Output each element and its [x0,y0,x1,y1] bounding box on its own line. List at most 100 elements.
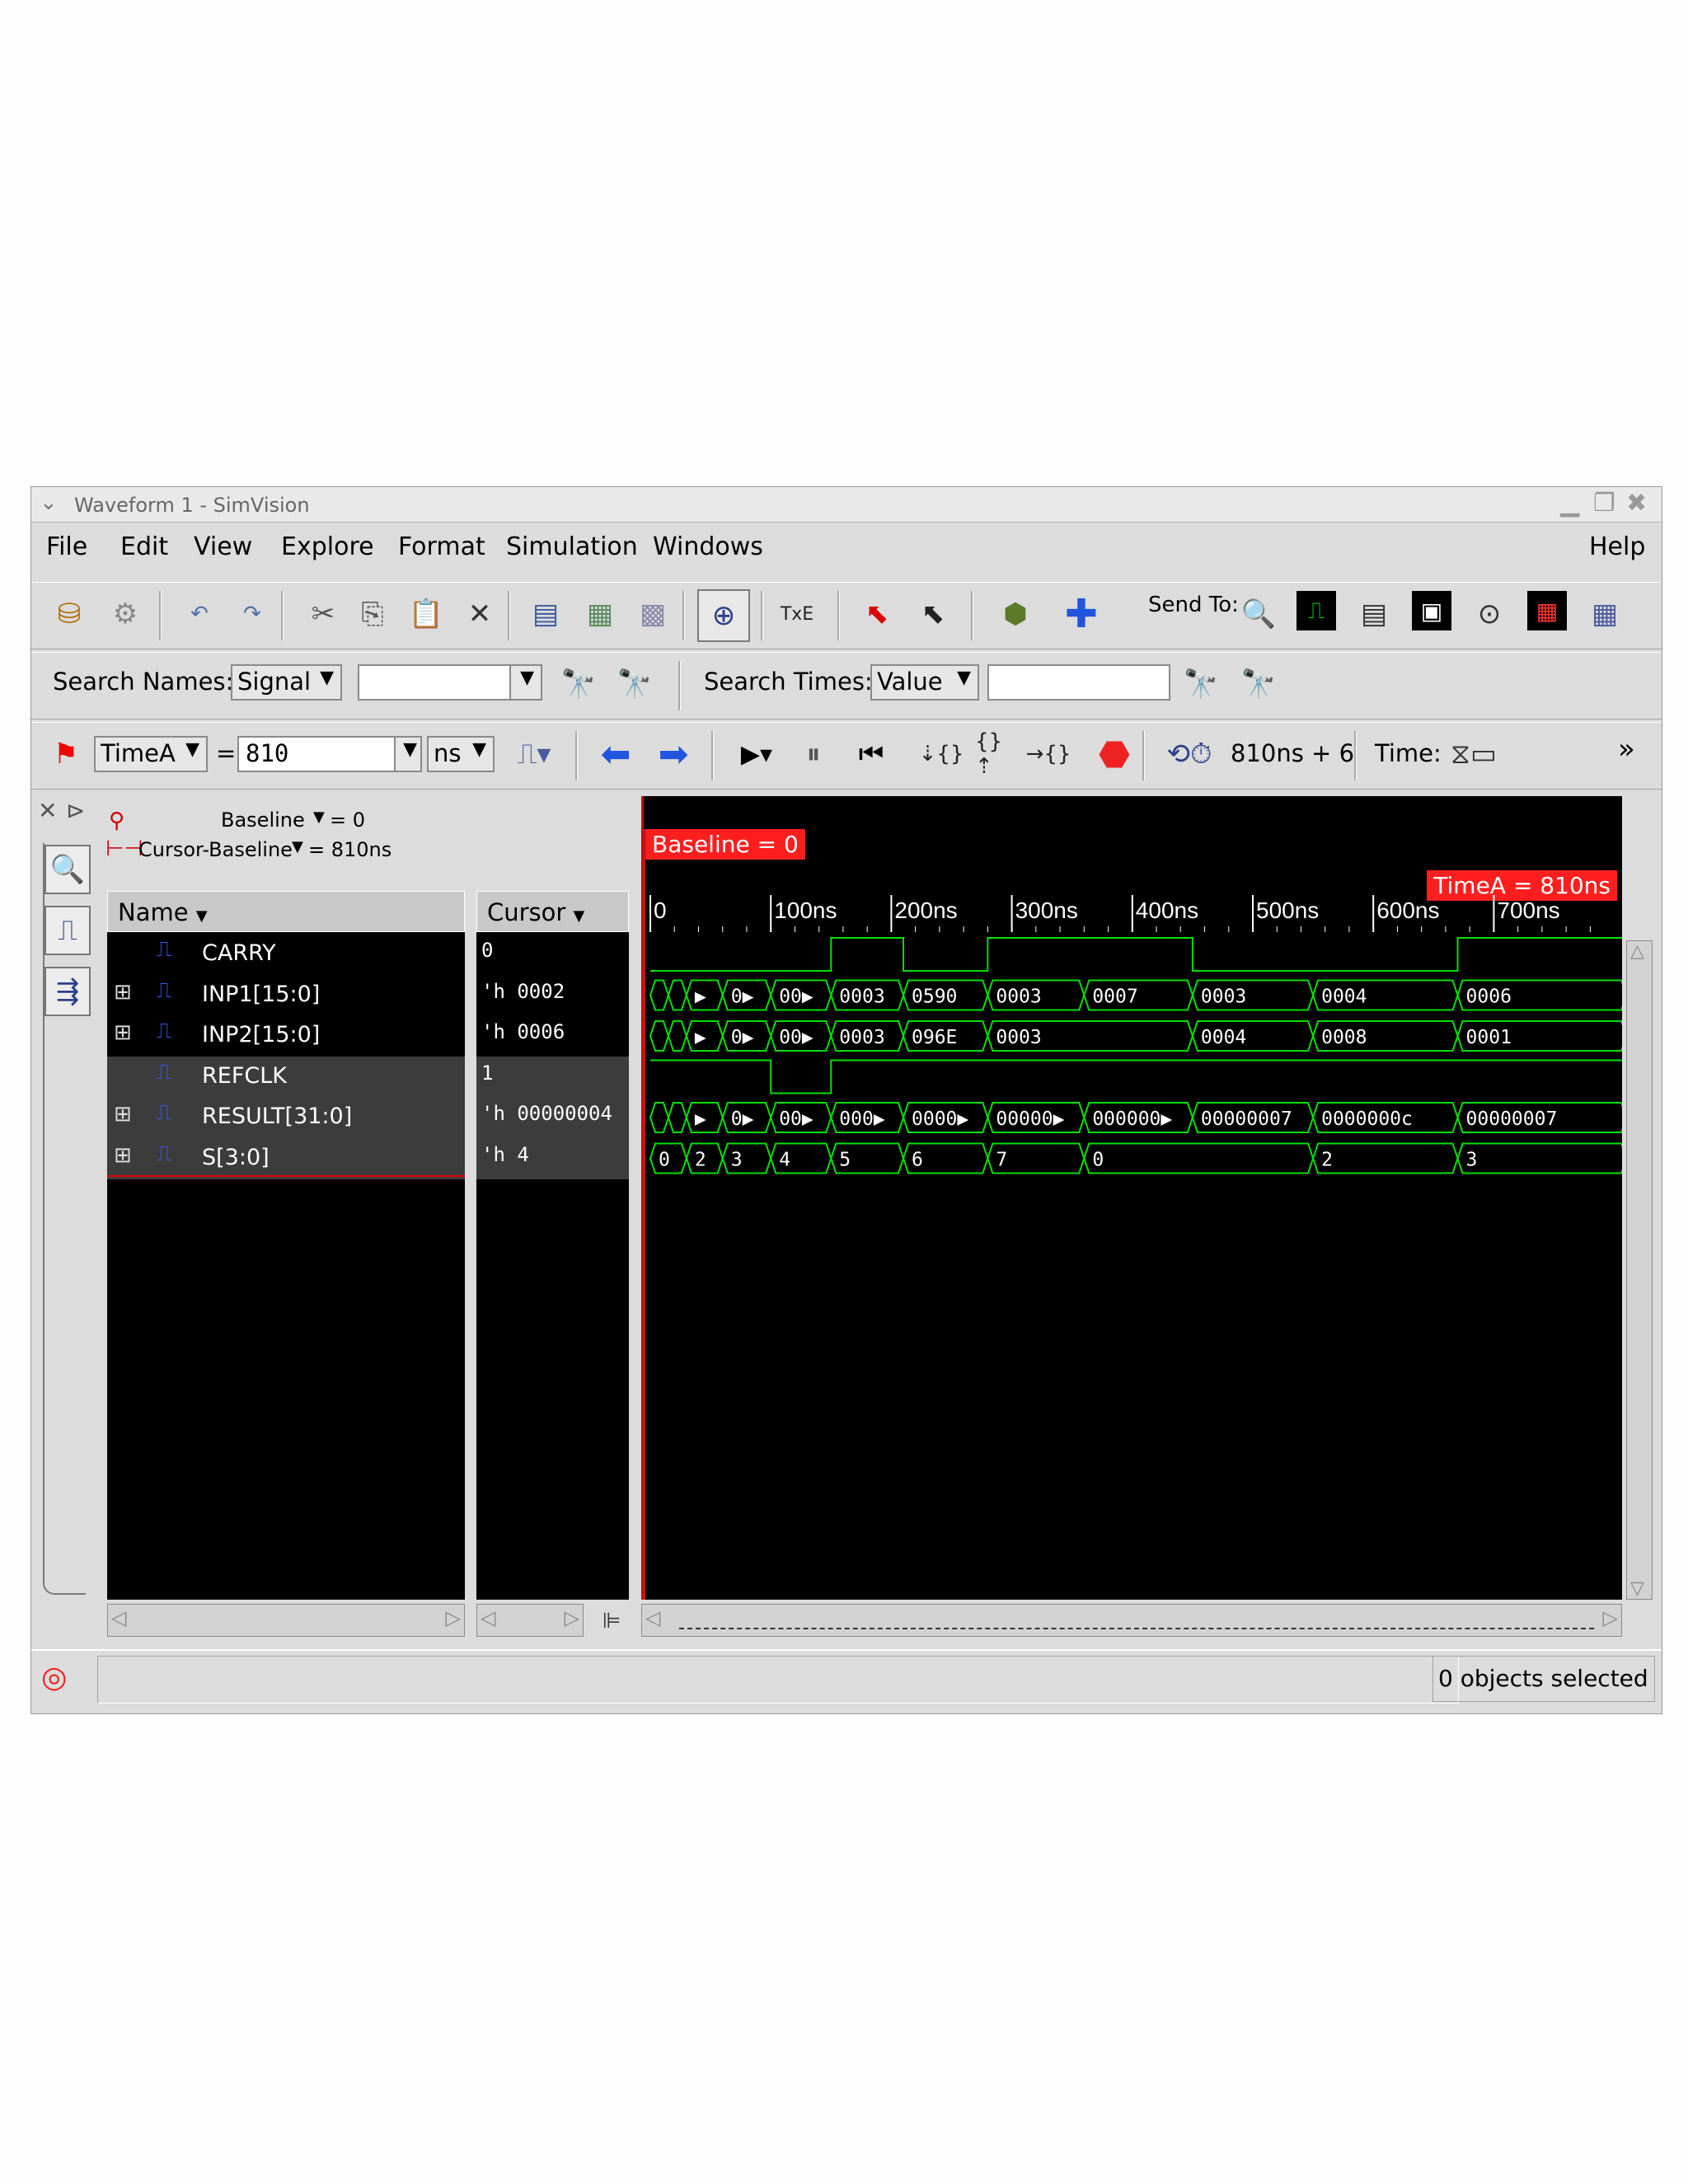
maximize-icon[interactable]: ❐ [1593,489,1615,518]
run-icon[interactable]: ▶▾ [728,734,785,774]
scroll-left-icon[interactable]: ◁ [645,1606,660,1629]
search-times-type[interactable]: Value ▼ [870,664,979,701]
waveform-canvas[interactable]: Baseline = 0 TimeA = 810ns 0 100ns 200ns 30… [641,796,1622,1600]
time-horizontal-scrollbar[interactable]: ◁ ▷ [641,1604,1622,1637]
time-format-icon[interactable]: ⧖▭ [1449,734,1498,774]
add-plus-icon[interactable]: ✚ [1062,591,1101,637]
select-cursor-icon[interactable]: ⬉ [857,594,897,634]
send-to-memory-icon[interactable]: ▦ [1527,591,1567,630]
menu-format[interactable]: Format [398,532,485,561]
close-icon[interactable]: ✖ [1626,489,1647,518]
step-over-icon[interactable]: {}⇡ [975,729,1015,779]
time-expand-icon[interactable]: TxE [777,594,817,634]
menu-simulation[interactable]: Simulation [506,532,638,561]
zoom-fit-icon[interactable]: ⊕ [697,589,750,642]
send-to-calculator-icon[interactable]: ▦ [1585,594,1625,634]
baseline-dropdown-icon[interactable]: ▼ [313,808,325,826]
send-to-target-icon[interactable]: ▤ [526,594,565,634]
signal-row[interactable]: ⊞ ⎍ RESULT[31:0] [107,1097,465,1138]
baseline-marker-icon[interactable]: ⚲ [109,808,124,833]
scroll-right-icon[interactable]: ▷ [565,1606,579,1629]
cursor-time-input[interactable]: 810 [237,736,420,772]
cursor-time-history[interactable]: ▼ [394,736,422,772]
next-edge-icon[interactable]: ➡ [654,733,693,776]
panel-menu-icon[interactable]: ⊳ [66,797,85,824]
send-to-schematic-icon[interactable]: ▣ [1412,591,1451,630]
menu-view[interactable]: View [194,532,252,561]
value-format-icon[interactable]: ⊫ [592,1601,631,1641]
menu-explore[interactable]: Explore [281,532,374,561]
expand-toggle-icon[interactable]: ⊞ [114,1143,132,1168]
redo-icon[interactable]: ↷ [232,594,272,634]
scroll-right-icon[interactable]: ▷ [1603,1606,1618,1629]
signal-row[interactable]: ⎍ CARRY [107,934,465,975]
menu-edit[interactable]: Edit [120,532,168,561]
expand-toggle-icon[interactable]: ⊞ [114,1102,132,1127]
send-to-register-icon[interactable]: ⊙ [1470,594,1509,634]
send-to-browser-icon[interactable]: 🔍 [1239,594,1278,634]
step-out-icon[interactable]: →{} [1026,734,1071,774]
paste-icon[interactable]: 📋 [406,594,446,634]
signal-tool-icon[interactable]: ⇶ [45,967,91,1016]
rewind-icon[interactable]: ⏮ [851,734,891,774]
search-times-prev-icon[interactable]: 🔭 [1181,664,1221,704]
design-browser-icon[interactable]: 🔍 [45,845,91,894]
signal-value-row[interactable]: 'h 00000004 [476,1097,629,1138]
search-names-up-icon[interactable]: 🔭 [615,664,654,704]
signal-value-row[interactable]: 'h 0006 [476,1015,629,1057]
send-to-waveform-icon[interactable]: ⎍ [1296,591,1336,630]
search-names-type[interactable]: Signal ▼ [231,664,342,701]
signal-row[interactable]: ⊞ ⎍ INP2[15:0] [107,1015,465,1057]
simulator-status-icon[interactable]: ◎ [41,1661,67,1694]
signal-row[interactable]: ⊞ ⎍ INP1[15:0] [107,975,465,1016]
delete-icon[interactable]: ✕ [460,594,499,634]
undo-icon[interactable]: ↶ [180,594,219,634]
vertical-scrollbar[interactable]: △ ▽ [1626,940,1653,1600]
signal-value-row[interactable]: 'h 4 [476,1137,629,1179]
cursor-flag-icon[interactable]: ⚑ [46,734,86,774]
name-horizontal-scrollbar[interactable]: ◁ ▷ [107,1604,465,1637]
scroll-down-icon[interactable]: ▽ [1630,1578,1644,1599]
cut-icon[interactable]: ✂ [303,594,343,634]
marker-options-icon[interactable]: ⎍▾ [505,734,563,774]
menu-file[interactable]: File [46,532,87,561]
search-names-history[interactable]: ▼ [509,664,542,701]
open-database-icon[interactable]: ⛁ [49,594,89,634]
package-icon[interactable]: ⬢ [996,594,1035,634]
search-names-down-icon[interactable]: 🔭 [559,664,598,704]
scroll-up-icon[interactable]: △ [1630,941,1644,962]
menu-help[interactable]: Help [1589,532,1645,561]
cursor-select[interactable]: TimeA ▼ [94,736,208,772]
scroll-left-icon[interactable]: ◁ [111,1606,126,1629]
add-marker-icon[interactable]: ⬉ [913,594,953,634]
copy-icon[interactable]: ⎘ [353,594,392,634]
create-bus-icon[interactable]: ▩ [633,594,673,634]
signal-value-row[interactable]: 1 [476,1056,629,1098]
signal-value-row[interactable]: 0 [476,934,629,975]
delta-marker-icon[interactable]: ⊢⊣ [106,837,143,861]
cursor-baseline-dropdown-icon[interactable]: ▼ [292,838,303,855]
signal-value-row[interactable]: 'h 0002 [476,975,629,1016]
window-menu-icon[interactable]: ⌄ [40,490,58,515]
scroll-right-icon[interactable]: ▷ [446,1606,461,1629]
send-to-source-icon[interactable]: ▤ [1354,594,1394,634]
prev-edge-icon[interactable]: ⬅ [596,733,635,776]
scroll-left-icon[interactable]: ◁ [481,1606,495,1629]
search-times-next-icon[interactable]: 🔭 [1239,664,1278,704]
reopen-icon[interactable]: ⚙ [106,594,145,634]
time-unit-select[interactable]: ns ▼ [427,736,495,772]
pause-icon[interactable]: ⏸ [794,734,833,774]
name-column-header[interactable]: Name ▼ [107,891,465,932]
more-tools-button[interactable]: » [1618,733,1635,766]
search-times-input[interactable] [987,664,1170,701]
cursor-column-header[interactable]: Cursor ▼ [476,891,629,932]
minimize-icon[interactable]: ▁ [1560,489,1579,518]
value-horizontal-scrollbar[interactable]: ◁ ▷ [476,1604,584,1637]
expand-toggle-icon[interactable]: ⊞ [114,1020,132,1045]
signal-row[interactable]: ⎍ REFCLK [107,1056,465,1098]
stop-icon[interactable]: ⬣ [1095,733,1134,776]
create-group-icon[interactable]: ▦ [580,594,620,634]
signal-row[interactable]: ⊞ ⎍ S[3:0] [107,1137,465,1179]
waveform-tool-icon[interactable]: ⎍ [45,906,91,955]
expand-toggle-icon[interactable]: ⊞ [114,980,132,1005]
